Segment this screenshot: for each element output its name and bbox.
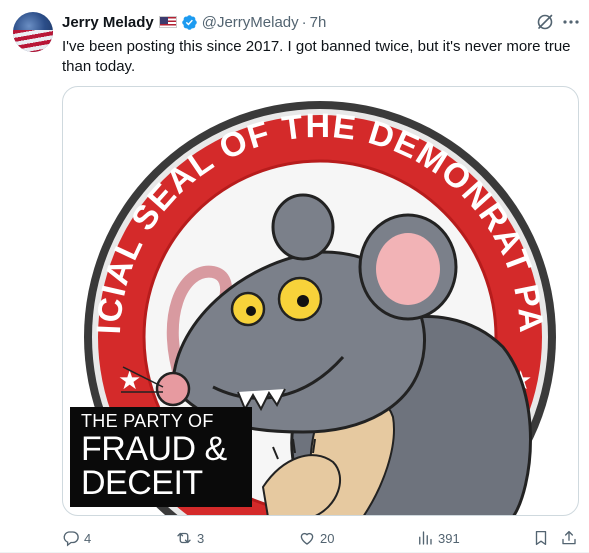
image-caption-box: THE PARTY OF FRAUD & DECEIT [70,407,252,507]
tweet-actions: 4 3 20 391 [62,528,582,548]
reply-button[interactable]: 4 [62,528,91,548]
display-name[interactable]: Jerry Melady [62,14,154,31]
bookmark-icon [535,530,547,546]
like-count: 20 [320,530,335,546]
like-button[interactable]: 20 [298,528,334,548]
tweet-header: Jerry Melady @JerryMelady · 7h [62,12,326,32]
reply-icon [63,531,79,547]
separator-dot: · [301,13,307,31]
repost-count: 3 [197,530,205,546]
timestamp[interactable]: 7h [310,14,327,31]
caption-line-2: FRAUD & [81,430,227,468]
tweet-card[interactable]: Jerry Melady @JerryMelady · 7h I've been… [0,0,589,553]
reply-count: 4 [84,530,92,546]
more-options-icon[interactable] [561,12,581,32]
grok-icon[interactable] [535,12,555,32]
share-icon [562,530,576,545]
views-count: 391 [438,530,460,546]
tweet-image[interactable]: OFFICIAL SEAL OF THE DEMONRAT PARTY ★ ★ … [62,86,579,516]
analytics-icon [419,531,432,545]
caption-line-1: THE PARTY OF [81,411,214,431]
views-button[interactable]: 391 [416,528,460,548]
us-flag-icon [158,16,177,28]
verified-badge-icon [181,14,198,31]
heart-icon [300,532,314,545]
repost-icon [177,532,191,544]
tweet-text: I've been posting this since 2017. I got… [62,38,571,75]
user-handle[interactable]: @JerryMelady [202,14,299,31]
share-button[interactable] [560,528,578,548]
caption-line-3: DECEIT [81,464,203,502]
bookmark-button[interactable] [532,528,550,548]
avatar[interactable] [13,12,53,52]
repost-button[interactable]: 3 [175,528,204,548]
avatar-flag-pattern [13,30,53,52]
